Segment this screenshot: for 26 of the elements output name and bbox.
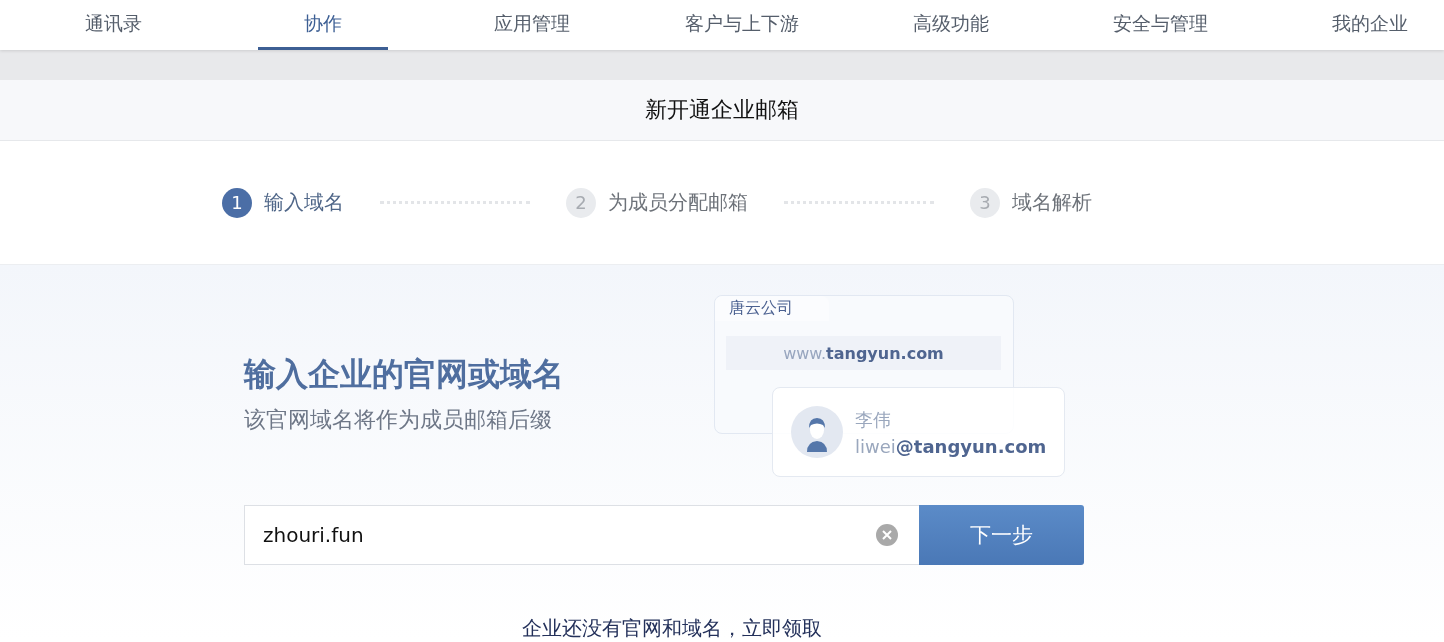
step-label: 为成员分配邮箱	[608, 189, 748, 216]
email-user: liwei	[855, 435, 896, 457]
person-name: 李伟	[855, 407, 892, 432]
avatar-icon	[791, 406, 843, 458]
subheading: 该官网域名将作为成员邮箱后缀	[244, 406, 553, 434]
page-title: 新开通企业邮箱	[645, 96, 799, 124]
heading: 输入企业的官网或域名	[244, 354, 564, 395]
nav-tab[interactable]: 应用管理	[467, 0, 597, 50]
nav-tab[interactable]: 通讯录	[48, 0, 178, 50]
nav-tab[interactable]: 安全与管理	[1095, 0, 1226, 50]
url-prefix: www.	[783, 343, 827, 363]
step-label: 域名解析	[1012, 189, 1092, 216]
step-label: 输入域名	[264, 189, 344, 216]
step-number: 3	[970, 187, 1000, 218]
nav-tab[interactable]: 客户与上下游	[676, 0, 807, 50]
email-domain: @tangyun.com	[895, 435, 1047, 457]
nav-tab[interactable]: 我的企业	[1305, 0, 1435, 50]
next-button[interactable]: 下一步	[919, 505, 1084, 565]
company-name: 唐云公司	[729, 298, 793, 319]
nav-tab[interactable]: 高级功能	[886, 0, 1016, 50]
url-domain: tangyun.com	[826, 343, 944, 363]
claim-domain-link[interactable]: 企业还没有官网和域名，立即领取	[522, 615, 822, 642]
clear-icon[interactable]	[876, 524, 898, 546]
domain-input-field[interactable]: zhouri.fun	[244, 505, 919, 565]
step-number: 1	[222, 187, 252, 218]
step-number: 2	[566, 187, 596, 218]
